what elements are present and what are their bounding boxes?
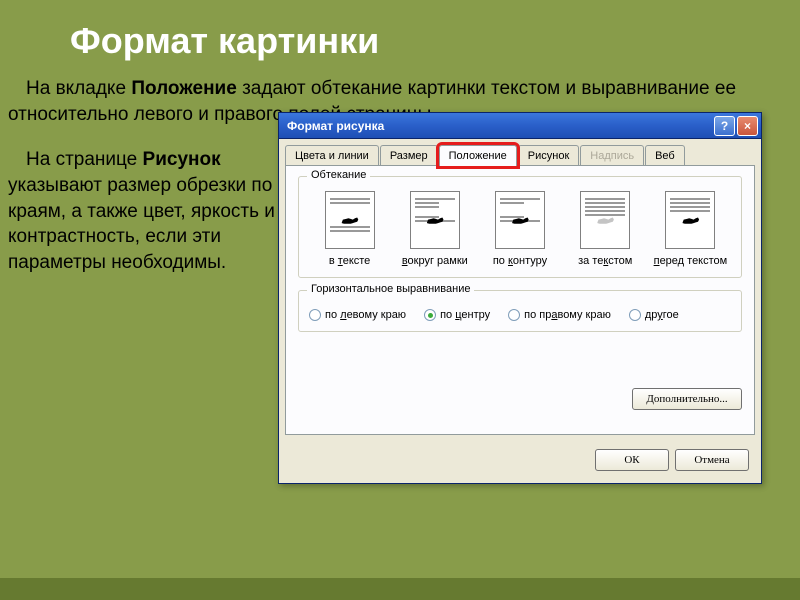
advanced-button[interactable]: Дополнительно... xyxy=(632,388,742,410)
dialog-button-row: ОК Отмена xyxy=(279,441,761,483)
format-picture-dialog: Формат рисунка ? × Цвета и линии Размер … xyxy=(278,112,762,484)
para2-bold: Рисунок xyxy=(143,149,221,170)
wrap-tight[interactable]: по контуру xyxy=(479,191,560,267)
tab-colors-lines[interactable]: Цвета и линии xyxy=(285,145,379,165)
align-left-radio[interactable]: по левому краю xyxy=(309,309,406,321)
close-button[interactable]: × xyxy=(737,116,758,136)
ok-button[interactable]: ОК xyxy=(595,449,669,471)
wrap-square[interactable]: вокруг рамки xyxy=(394,191,475,267)
alignment-label: Горизонтальное выравнивание xyxy=(307,283,474,295)
radio-icon xyxy=(424,309,436,321)
accent-bar xyxy=(0,578,800,600)
wrap-front[interactable]: перед текстом xyxy=(650,191,731,267)
para1-bold: Положение xyxy=(131,78,236,99)
cancel-button[interactable]: Отмена xyxy=(675,449,749,471)
para1-prefix: На вкладке xyxy=(26,78,131,99)
radio-icon xyxy=(629,309,641,321)
wrap-options-row: в тексте вокруг рамки по контуру за текс… xyxy=(309,191,731,267)
align-center-radio[interactable]: по центру xyxy=(424,309,490,321)
wrap-behind-icon xyxy=(580,191,630,249)
wrapping-label: Обтекание xyxy=(307,169,370,181)
tab-content-position: Обтекание в тексте вокруг рамки по конту… xyxy=(285,165,755,435)
tabstrip: Цвета и линии Размер Положение Рисунок Н… xyxy=(279,139,761,165)
radio-icon xyxy=(309,309,321,321)
align-other-radio[interactable]: другое xyxy=(629,309,679,321)
tab-size[interactable]: Размер xyxy=(380,145,438,165)
dialog-title: Формат рисунка xyxy=(287,119,712,133)
wrap-square-icon xyxy=(410,191,460,249)
wrap-behind[interactable]: за текстом xyxy=(565,191,646,267)
wrap-front-icon xyxy=(665,191,715,249)
tab-web[interactable]: Веб xyxy=(645,145,685,165)
dialog-titlebar[interactable]: Формат рисунка ? × xyxy=(279,113,761,139)
para2-prefix: На странице xyxy=(26,149,143,170)
help-button[interactable]: ? xyxy=(714,116,735,136)
tab-picture[interactable]: Рисунок xyxy=(518,145,580,165)
wrap-tight-icon xyxy=(495,191,545,249)
wrapping-group: Обтекание в тексте вокруг рамки по конту… xyxy=(298,176,742,278)
para2-suffix: указывают размер обрезки по краям, а так… xyxy=(8,175,275,273)
slide-title: Формат картинки xyxy=(0,0,800,76)
wrap-inline-icon xyxy=(325,191,375,249)
alignment-group: Горизонтальное выравнивание по левому кр… xyxy=(298,290,742,332)
align-right-radio[interactable]: по правому краю xyxy=(508,309,611,321)
tab-caption: Надпись xyxy=(580,145,644,165)
wrap-inline[interactable]: в тексте xyxy=(309,191,390,267)
radio-icon xyxy=(508,309,520,321)
tab-position[interactable]: Положение xyxy=(439,145,517,166)
